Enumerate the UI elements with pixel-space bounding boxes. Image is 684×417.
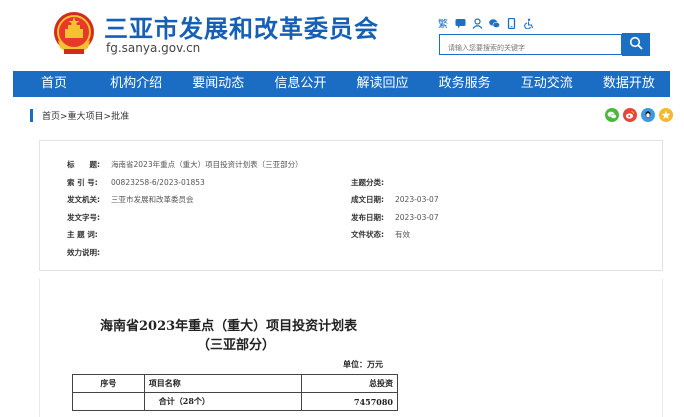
meta-index-row: 索 引 号: 00823258-6/2023-01853 [67,177,205,188]
qq-share-icon[interactable] [641,108,655,122]
nav-item-home[interactable]: 首页 [13,71,95,97]
nav-item-info-disclosure[interactable]: 信息公开 [259,71,341,97]
meta-issuer-label: 发文机关: [67,195,100,204]
message-icon[interactable] [455,14,466,28]
table-cell-no [72,392,145,411]
national-emblem-logo[interactable] [52,10,96,56]
site-header: 三亚市发展和改革委员会 fg.sanya.gov.cn 繁 [0,0,684,70]
meta-published-label: 发布日期: [351,213,384,222]
meta-title-value: 海南省2023年重点（重大）项目投资计划表（三亚部分） [111,160,303,169]
document-subtitle: （三亚部分） [197,338,276,353]
share-icons [605,108,673,122]
meta-validity-row: 效力说明: [67,247,111,258]
user-icon[interactable] [472,14,483,29]
breadcrumb-bar: 首页>重大项目>批准 [28,107,673,125]
svg-text:繁: 繁 [438,18,448,29]
meta-subject-label: 主 题 词: [67,230,98,239]
table-header-no: 序号 [72,374,145,393]
meta-title-label: 标 题: [67,160,100,169]
meta-issuer-row: 发文机关: 三亚市发展和改革委员会 [67,194,194,205]
wechat-icon[interactable] [489,14,501,28]
meta-issuer-value: 三亚市发展和改革委员会 [111,195,194,204]
meta-status-value: 有效 [395,230,410,239]
site-url: fg.sanya.gov.cn [106,41,201,55]
meta-index-value: 00823258-6/2023-01853 [111,178,205,187]
nav-item-organization[interactable]: 机构介绍 [95,71,177,97]
nav-item-interpretation[interactable]: 解读回应 [342,71,424,97]
document-meta-box: 标 题: 海南省2023年重点（重大）项目投资计划表（三亚部分） 索 引 号: 00… [39,140,663,271]
breadcrumb-marker [30,109,33,122]
wechat-share-icon[interactable] [605,108,619,122]
meta-title-row: 标 题: 海南省2023年重点（重大）项目投资计划表（三亚部分） [67,159,303,170]
meta-category-row: 主题分类: [351,177,395,188]
meta-index-label: 索 引 号: [67,178,98,187]
meta-published-value: 2023-03-07 [395,213,439,222]
meta-docno-row: 发文字号: [67,212,111,223]
meta-status-label: 文件状态: [351,230,384,239]
nav-item-interaction[interactable]: 互动交流 [506,71,588,97]
meta-published-row: 发布日期: 2023-03-07 [351,212,439,223]
meta-created-row: 成文日期: 2023-03-07 [351,194,439,205]
document-title: 海南省2023年重点（重大）项目投资计划表 [100,319,358,334]
table-header-total: 总投资 [301,374,398,393]
search-box [439,34,622,58]
header-tools: 繁 [438,12,534,30]
traditional-chinese-icon[interactable]: 繁 [438,14,449,30]
table-cell-total: 7457080 [301,392,398,411]
meta-created-value: 2023-03-07 [395,195,439,204]
mobile-icon[interactable] [506,14,517,29]
accessibility-icon[interactable] [523,14,534,29]
table-header-name: 项目名称 [143,374,303,393]
search-input[interactable] [440,38,621,58]
search-icon [629,35,643,54]
meta-status-row: 文件状态: 有效 [351,229,410,240]
nav-item-news[interactable]: 要闻动态 [177,71,259,97]
meta-subject-row: 主 题 词: [67,229,111,240]
table-row: 合计（28个） 7457080 [72,392,398,411]
nav-item-gov-services[interactable]: 政务服务 [424,71,506,97]
table-cell-name: 合计（28个） [143,392,303,411]
main-nav: 首页 机构介绍 要闻动态 信息公开 解读回应 政务服务 互动交流 数据开放 [13,71,670,97]
qzone-share-icon[interactable] [659,108,673,122]
unit-label: 单位：万元 [343,359,383,369]
nav-item-open-data[interactable]: 数据开放 [588,71,670,97]
meta-created-label: 成文日期: [351,195,384,204]
meta-category-label: 主题分类: [351,178,384,187]
site-title[interactable]: 三亚市发展和改革委员会 [104,9,379,44]
meta-docno-label: 发文字号: [67,213,100,222]
meta-validity-label: 效力说明: [67,248,100,257]
table-header-row: 序号 项目名称 总投资 [72,374,398,393]
weibo-share-icon[interactable] [623,108,637,122]
investment-table: 序号 项目名称 总投资 合计（28个） 7457080 [72,374,398,411]
search-button[interactable] [622,33,650,56]
breadcrumb[interactable]: 首页>重大项目>批准 [42,109,129,122]
